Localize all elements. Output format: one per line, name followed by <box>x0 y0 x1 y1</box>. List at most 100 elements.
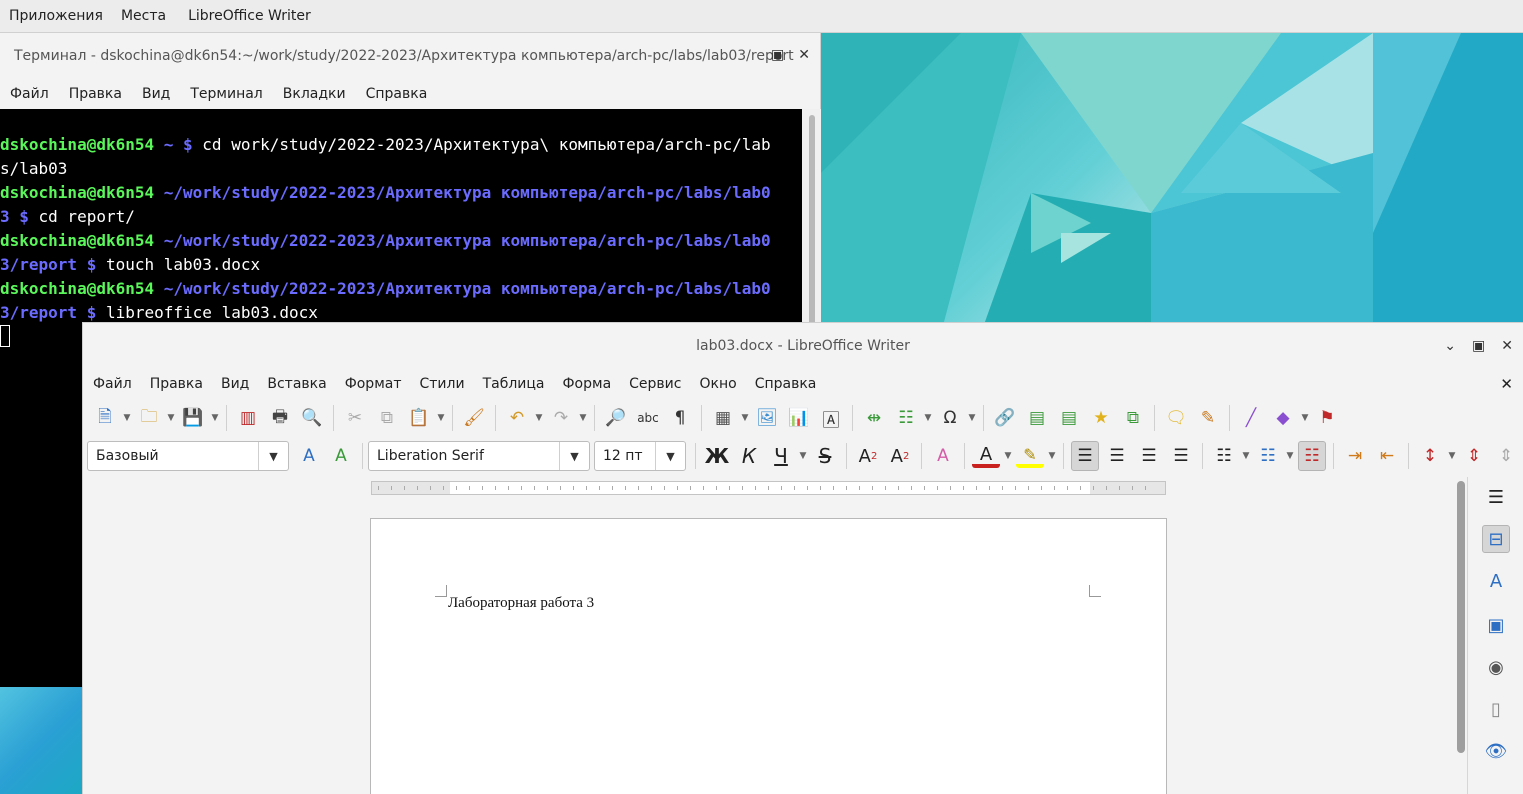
paragraph-style-combo[interactable]: Базовый ▼ <box>87 441 289 471</box>
subscript-icon[interactable]: A2 <box>886 441 914 471</box>
chevron-down-icon[interactable]: ▼ <box>258 442 288 470</box>
maximize-icon[interactable]: ▣ <box>1472 338 1485 354</box>
font-color-dropdown-icon[interactable]: ▼ <box>1002 441 1014 471</box>
insert-image-icon[interactable]: 🖼 <box>753 403 781 433</box>
highlight-color-icon[interactable]: ✎ <box>1016 444 1044 468</box>
terminal-menu-edit[interactable]: Правка <box>59 86 132 102</box>
maximize-icon[interactable]: ▣ <box>771 47 784 63</box>
terminal-menu-terminal[interactable]: Терминал <box>180 86 272 102</box>
strikethrough-button[interactable]: S <box>811 441 839 471</box>
menu-view[interactable]: Вид <box>211 376 257 392</box>
insert-field-icon[interactable]: ☷ <box>892 403 920 433</box>
print-icon[interactable]: 🖶 <box>266 403 294 433</box>
find-replace-icon[interactable]: 🔎 <box>602 403 630 433</box>
ordered-list-dropdown-icon[interactable]: ▼ <box>1284 441 1296 471</box>
redo-dropdown-icon[interactable]: ▼ <box>577 403 589 433</box>
horizontal-ruler[interactable] <box>371 481 1166 495</box>
save-icon[interactable]: 💾 <box>179 403 207 433</box>
superscript-icon[interactable]: A2 <box>854 441 882 471</box>
document-scroll-thumb[interactable] <box>1457 481 1465 753</box>
print-preview-icon[interactable]: 🔍 <box>298 403 326 433</box>
open-dropdown-icon[interactable]: ▼ <box>165 403 177 433</box>
align-right-icon[interactable]: ☰ <box>1135 441 1163 471</box>
menu-help[interactable]: Справка <box>745 376 825 392</box>
paste-dropdown-icon[interactable]: ▼ <box>435 403 447 433</box>
open-icon[interactable]: 🗀 <box>135 403 163 433</box>
insert-textbox-icon[interactable]: 🄰 <box>817 403 845 433</box>
increase-paragraph-spacing-icon[interactable]: ⇕ <box>1460 441 1488 471</box>
copy-icon[interactable]: ⧉ <box>373 403 401 433</box>
track-changes-icon[interactable]: ✎ <box>1194 403 1222 433</box>
increase-indent-icon[interactable]: ⇥ <box>1341 441 1369 471</box>
underline-button[interactable]: Ч <box>767 441 795 471</box>
properties-icon[interactable]: ⊟ <box>1482 525 1510 553</box>
bold-button[interactable]: Ж <box>703 441 731 471</box>
draw-functions-icon[interactable]: ⚑ <box>1313 403 1341 433</box>
font-size-combo[interactable]: 12 пт ▼ <box>594 441 686 471</box>
terminal-menu-tabs[interactable]: Вкладки <box>273 86 356 102</box>
gallery-icon[interactable]: ▣ <box>1482 611 1510 639</box>
insert-comment-icon[interactable]: 🗨 <box>1162 403 1190 433</box>
chevron-down-icon[interactable]: ▼ <box>559 442 589 470</box>
paste-icon[interactable]: 📋 <box>405 403 433 433</box>
insert-page-break-icon[interactable]: ⇹ <box>860 403 888 433</box>
document-text[interactable]: Лабораторная работа 3 <box>448 595 594 612</box>
align-center-icon[interactable]: ☰ <box>1103 441 1131 471</box>
insert-endnote-icon[interactable]: ▤ <box>1055 403 1083 433</box>
no-list-icon[interactable]: ☷ <box>1298 441 1326 471</box>
update-style-icon[interactable]: A <box>295 441 323 471</box>
document-workspace[interactable]: Лабораторная работа 3 <box>83 499 1455 794</box>
insert-footnote-icon[interactable]: ▤ <box>1023 403 1051 433</box>
insert-special-character-icon[interactable]: Ω <box>936 403 964 433</box>
menu-format[interactable]: Формат <box>335 376 410 392</box>
insert-table-icon[interactable]: ▦ <box>709 403 737 433</box>
decrease-paragraph-spacing-icon[interactable]: ⇕ <box>1492 441 1520 471</box>
new-style-icon[interactable]: A <box>327 441 355 471</box>
close-icon[interactable]: ✕ <box>1501 338 1513 354</box>
insert-chart-icon[interactable]: 📊 <box>785 403 813 433</box>
terminal-scroll-thumb[interactable] <box>809 115 815 325</box>
styles-icon[interactable]: A <box>1482 567 1510 595</box>
style-inspector-icon[interactable]: 👁 <box>1482 737 1510 765</box>
terminal-menu-help[interactable]: Справка <box>356 86 438 102</box>
sidebar-menu-icon[interactable]: ☰ <box>1482 483 1510 511</box>
insert-bookmark-icon[interactable]: ★ <box>1087 403 1115 433</box>
unordered-list-dropdown-icon[interactable]: ▼ <box>1240 441 1252 471</box>
export-pdf-icon[interactable]: ▥ <box>234 403 262 433</box>
italic-button[interactable]: К <box>735 441 763 471</box>
spelling-icon[interactable]: abc <box>634 403 662 433</box>
font-color-icon[interactable]: A <box>972 444 1000 468</box>
table-dropdown-icon[interactable]: ▼ <box>739 403 751 433</box>
font-name-combo[interactable]: Liberation Serif ▼ <box>368 441 590 471</box>
undo-dropdown-icon[interactable]: ▼ <box>533 403 545 433</box>
basic-shapes-icon[interactable]: ◆ <box>1269 403 1297 433</box>
places-menu[interactable]: Места <box>112 8 175 24</box>
menu-file[interactable]: Файл <box>83 376 140 392</box>
close-icon[interactable]: ✕ <box>798 47 810 63</box>
insert-cross-reference-icon[interactable]: ⧉ <box>1119 403 1147 433</box>
menu-window[interactable]: Окно <box>689 376 744 392</box>
clone-formatting-icon[interactable]: 🖌 <box>460 403 488 433</box>
applications-menu[interactable]: Приложения <box>0 8 112 24</box>
menu-styles[interactable]: Стили <box>410 376 473 392</box>
highlight-dropdown-icon[interactable]: ▼ <box>1046 441 1058 471</box>
menu-insert[interactable]: Вставка <box>257 376 334 392</box>
terminal-titlebar[interactable]: Терминал - dskochina@dk6n54:~/work/study… <box>0 33 820 78</box>
ordered-list-icon[interactable]: ☷ <box>1254 441 1282 471</box>
unordered-list-icon[interactable]: ☷ <box>1210 441 1238 471</box>
new-document-icon[interactable]: 🗎 <box>91 403 119 433</box>
writer-titlebar[interactable]: lab03.docx - LibreOffice Writer ⌄ ▣ ✕ <box>83 323 1523 369</box>
chevron-down-icon[interactable]: ▼ <box>655 442 685 470</box>
special-char-dropdown-icon[interactable]: ▼ <box>966 403 978 433</box>
document-scrollbar[interactable] <box>1455 477 1467 794</box>
clear-formatting-icon[interactable]: A <box>929 441 957 471</box>
menu-tools[interactable]: Сервис <box>619 376 689 392</box>
minimize-icon[interactable]: ⌄ <box>1444 338 1456 354</box>
shapes-dropdown-icon[interactable]: ▼ <box>1299 403 1311 433</box>
insert-line-icon[interactable]: ╱ <box>1237 403 1265 433</box>
menu-form[interactable]: Форма <box>553 376 620 392</box>
formatting-marks-icon[interactable]: ¶ <box>666 403 694 433</box>
close-document-icon[interactable]: ✕ <box>1500 375 1513 393</box>
redo-icon[interactable]: ↷ <box>547 403 575 433</box>
underline-dropdown-icon[interactable]: ▼ <box>797 441 809 471</box>
